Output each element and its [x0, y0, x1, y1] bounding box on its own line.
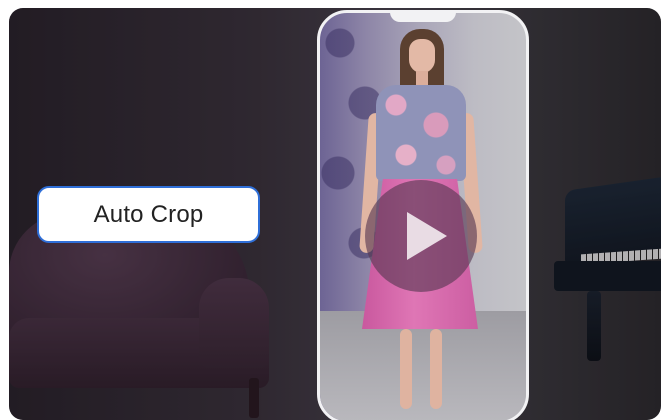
- play-button[interactable]: [365, 180, 477, 292]
- model-blouse: [376, 85, 466, 181]
- model-face: [409, 39, 435, 73]
- phone-notch: [390, 13, 456, 22]
- model-leg-left: [400, 329, 412, 409]
- feature-label: Auto Crop: [37, 186, 260, 243]
- play-icon: [407, 212, 447, 260]
- model-leg-right: [430, 329, 442, 409]
